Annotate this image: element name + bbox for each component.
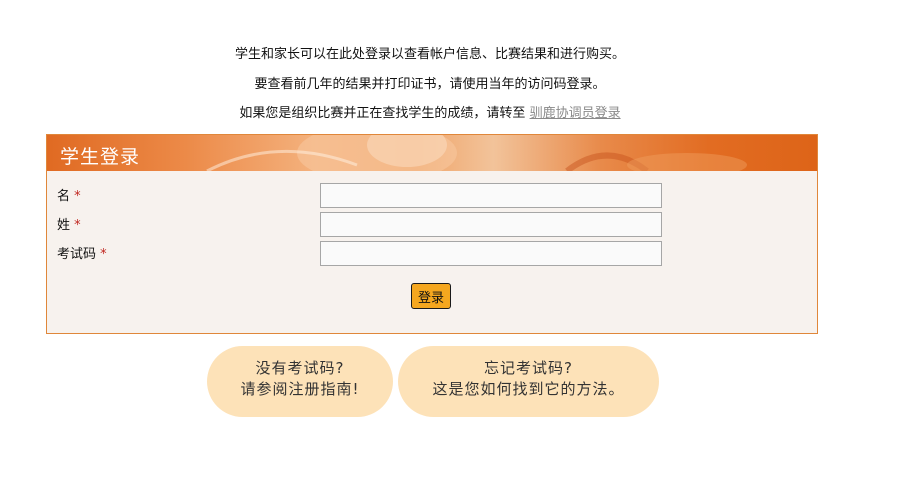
see-guide-text: 请参阅注册指南!: [240, 380, 360, 398]
header-decoration-image: [206, 135, 747, 171]
forgot-exam-code-button[interactable]: 忘记考试码? 这是您如何找到它的方法。: [398, 346, 659, 417]
required-mark: *: [74, 189, 81, 204]
forgot-exam-code-text: 忘记考试码?: [484, 359, 573, 377]
intro-line-previous-years: 要查看前几年的结果并打印证书，请使用当年的访问码登录。: [254, 77, 606, 92]
first-name-input[interactable]: [320, 183, 662, 208]
student-login-panel: 学生登录 名 * 姓 * 考试码 * 登录: [46, 134, 818, 334]
registration-guide-button[interactable]: 没有考试码? 请参阅注册指南!: [207, 346, 393, 417]
how-to-find-text: 这是您如何找到它的方法。: [432, 380, 625, 398]
required-mark: *: [100, 247, 107, 262]
login-button[interactable]: 登录: [411, 283, 452, 309]
required-mark: *: [74, 218, 81, 233]
last-name-input[interactable]: [320, 212, 662, 237]
intro-line-coordinator: 如果您是组织比赛并正在查找学生的成绩，请转至 驯鹿协调员登录: [0, 105, 860, 122]
coordinator-login-link[interactable]: 驯鹿协调员登录: [530, 106, 621, 121]
coordinator-text: 如果您是组织比赛并正在查找学生的成绩，请转至: [239, 106, 530, 121]
panel-title: 学生登录: [60, 146, 141, 168]
exam-code-label: 考试码 *: [57, 247, 107, 262]
intro-line-account-info: 学生和家长可以在此处登录以查看帐户信息、比赛结果和进行购买。: [234, 47, 625, 62]
last-name-label: 姓 *: [57, 218, 81, 233]
no-exam-code-text: 没有考试码?: [255, 359, 345, 377]
exam-code-input[interactable]: [320, 241, 662, 266]
panel-header: 学生登录: [47, 135, 817, 171]
first-name-label: 名 *: [57, 189, 81, 204]
